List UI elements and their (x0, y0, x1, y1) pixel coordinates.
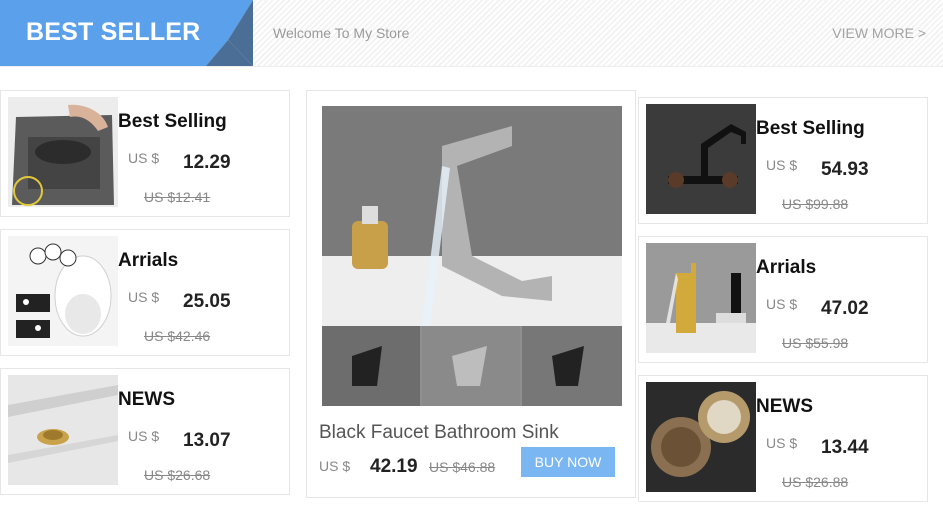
best-seller-title: BEST SELLER (26, 18, 201, 46)
product-price: 13.07 (183, 430, 231, 451)
currency-label: US $ (319, 458, 351, 474)
wall-faucet-image (646, 104, 756, 214)
product-price: 12.29 (183, 152, 231, 173)
product-card[interactable]: NEWS US $ 13.44 US $26.88 (638, 375, 928, 502)
old-price: US $26.68 (144, 467, 211, 483)
featured-product-card[interactable]: Black Faucet Bathroom Sink US $ 42.19 US… (306, 90, 636, 498)
old-price: US $99.88 (782, 196, 849, 212)
featured-price: 42.19 (370, 456, 418, 477)
product-title: Arrials (118, 250, 179, 271)
product-card[interactable]: Arrials US $ 25.05 US $42.46 (0, 229, 290, 356)
currency-label: US $ (128, 150, 160, 166)
currency-label: US $ (128, 289, 160, 305)
currency-label: US $ (766, 435, 798, 451)
product-price: 13.44 (821, 437, 869, 458)
product-title: NEWS (756, 396, 813, 417)
old-price: US $55.98 (782, 335, 849, 351)
sink-drain-image (8, 375, 118, 485)
featured-old-price: US $46.88 (429, 459, 496, 475)
view-more-link[interactable]: VIEW MORE > (832, 25, 926, 41)
product-card[interactable]: Best Selling US $ 54.93 US $99.88 (638, 97, 928, 224)
product-price: 25.05 (183, 291, 231, 312)
product-price: 54.93 (821, 159, 869, 180)
gold-faucet-image (646, 243, 756, 353)
product-card[interactable]: Arrials US $ 47.02 US $55.98 (638, 236, 928, 363)
currency-label: US $ (128, 428, 160, 444)
product-title: Best Selling (118, 111, 227, 132)
toilet-seat-image (8, 236, 118, 346)
welcome-text: Welcome To My Store (273, 25, 410, 41)
currency-label: US $ (766, 157, 798, 173)
product-card[interactable]: NEWS US $ 13.07 US $26.68 (0, 368, 290, 495)
old-price: US $26.88 (782, 474, 849, 490)
header-banner: BEST SELLER Welcome To My Store VIEW MOR… (0, 0, 943, 67)
product-price: 47.02 (821, 298, 869, 319)
product-title: Arrials (756, 257, 817, 278)
product-card[interactable]: Best Selling US $ 12.29 US $12.41 (0, 90, 290, 217)
currency-label: US $ (766, 296, 798, 312)
featured-title: Black Faucet Bathroom Sink (319, 422, 559, 443)
floor-drain-image (8, 97, 118, 207)
featured-faucet-image (322, 106, 622, 406)
drain-cover-image (646, 382, 756, 492)
product-title: Best Selling (756, 118, 865, 139)
buy-now-button[interactable]: BUY NOW (521, 447, 615, 477)
old-price: US $12.41 (144, 189, 211, 205)
product-title: NEWS (118, 389, 175, 410)
old-price: US $42.46 (144, 328, 211, 344)
